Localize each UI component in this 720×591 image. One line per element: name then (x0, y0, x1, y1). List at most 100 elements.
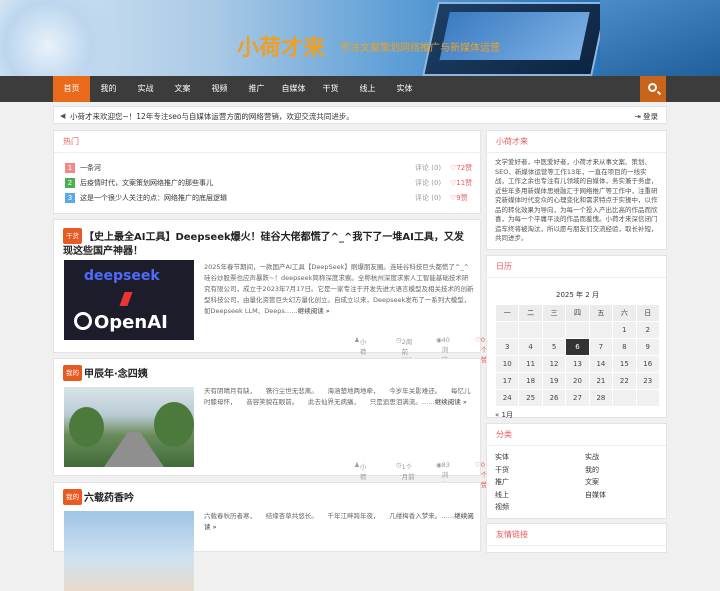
category-link[interactable]: 实体 (495, 452, 509, 462)
read-more-link[interactable]: 继续阅读 » (435, 398, 467, 406)
calendar-day[interactable]: 1 (612, 321, 637, 339)
calendar-day[interactable]: 16 (635, 355, 661, 373)
category-link[interactable]: 视频 (495, 502, 509, 512)
hot-post-row[interactable]: 2 后疫情时代，文案策划网络推广的那些事儿 评论 (0) ♡11赞 (65, 178, 475, 190)
site-banner: 小荷才来 专注文案策划网络推广与新媒体运营 (0, 0, 720, 76)
calendar-day[interactable]: 4 (518, 338, 543, 356)
about-text: 文学爱好者，中医爱好者，小荷才来从事文案、策划、SEO、新媒体运营等工作13年，… (495, 158, 658, 242)
calendar-empty (588, 321, 614, 339)
post-card: 我的 甲辰年·念四姨 天有阴晴月有缺， 镌行尘世无悲离。 海涵楚地两地牵， 今岁年… (53, 358, 487, 501)
calendar-day[interactable]: 19 (541, 372, 567, 390)
post-card: 我的 六载药香吟 六载春秋历者寒， 结缘杏草共悠长。 千年江畔跨年夜， 几缕梅香入… (53, 482, 481, 591)
calendar-weekday: 日 (635, 304, 661, 322)
hot-post-title[interactable]: 一条河 (80, 163, 101, 173)
post-title[interactable]: 我的 六载药香吟 (63, 489, 473, 506)
sidebar-links-panel: 友情链接 (486, 523, 667, 553)
nav-item[interactable]: 推广 (238, 76, 275, 102)
calendar-empty (635, 389, 661, 407)
category-link[interactable]: 干货 (495, 465, 509, 475)
calendar-day[interactable]: 9 (635, 338, 661, 356)
post-thumbnail[interactable] (64, 511, 194, 591)
calendar-day[interactable]: 8 (612, 338, 637, 356)
calendar-day[interactable]: 23 (635, 372, 661, 390)
calendar-day[interactable]: 5 (541, 338, 567, 356)
calendar-day[interactable]: 12 (541, 355, 567, 373)
calendar-day[interactable]: 7 (588, 338, 614, 356)
about-title: 小荷才来 (487, 131, 666, 153)
calendar: 2025 年 2 月 一二三四五六日 1 2 3 4 5 6 7 8 9 10 11 12 13 14 15… (494, 290, 661, 420)
calendar-day[interactable]: 26 (541, 389, 567, 407)
calendar-day[interactable]: 22 (612, 372, 637, 390)
site-subtitle: 专注文案策划网络推广与新媒体运营 (340, 43, 500, 54)
calendar-day[interactable]: 13 (565, 355, 590, 373)
calendar-day[interactable]: 11 (518, 355, 543, 373)
nav-item[interactable]: 实战 (127, 76, 164, 102)
post-views: ◉ 40浏览 (436, 336, 450, 364)
post-title[interactable]: 我的 甲辰年·念四姨 (63, 365, 473, 382)
calendar-day[interactable]: 6 (565, 338, 590, 356)
post-card: 干货 【史上最全AI工具】Deepseek爆火！硅谷大佬都慌了^_^我下了一堆AI… (53, 219, 487, 376)
nav-item[interactable]: 首页 (53, 76, 90, 102)
calendar-day[interactable]: 2 (635, 321, 661, 339)
calendar-day[interactable]: 25 (518, 389, 543, 407)
post-tag[interactable]: 我的 (63, 489, 82, 505)
hot-post-row[interactable]: 1 一条河 评论 (0) ♡72赞 (65, 163, 475, 175)
author[interactable]: ♟ 小荷才来 (354, 336, 366, 376)
calendar-empty (565, 321, 590, 339)
category-link[interactable]: 自媒体 (585, 490, 606, 500)
category-link[interactable]: 推广 (495, 477, 509, 487)
search-icon (648, 83, 657, 92)
rank-badge: 1 (65, 163, 75, 173)
calendar-day[interactable]: 21 (588, 372, 614, 390)
openai-logo: OpenAI (94, 312, 168, 333)
calendar-day[interactable]: 20 (565, 372, 590, 390)
category-link[interactable]: 我的 (585, 465, 599, 475)
hot-post-title[interactable]: 这是一个很少人关注的点：网络推广的底层逻辑 (80, 193, 227, 203)
calendar-day[interactable]: 24 (494, 389, 520, 407)
calendar-empty (612, 389, 637, 407)
calendar-weekday: 二 (518, 304, 543, 322)
category-link[interactable]: 文案 (585, 477, 599, 487)
banner-decoration-left (0, 0, 120, 76)
post-thumbnail[interactable] (64, 387, 194, 467)
search-button[interactable] (640, 76, 666, 102)
post-title-text: 甲辰年·念四姨 (84, 369, 148, 380)
deepseek-logo: deepseek (84, 268, 160, 284)
read-more-link[interactable]: 继续阅读 » (298, 307, 330, 315)
post-excerpt-text: 2025年春节期间，一款国产AI工具【DeepSeek】刷爆朋友圈。连硅谷科技巨… (204, 263, 474, 315)
calendar-title: 日历 (487, 256, 666, 278)
category-link[interactable]: 实战 (585, 452, 599, 462)
hot-post-row[interactable]: 3 这是一个很少人关注的点：网络推广的底层逻辑 评论 (0) ♡9赞 (65, 193, 475, 205)
calendar-prev-link[interactable]: « 1月 (495, 410, 660, 420)
calendar-day[interactable]: 3 (494, 338, 520, 356)
post-tag[interactable]: 我的 (63, 365, 82, 381)
calendar-day[interactable]: 18 (518, 372, 543, 390)
post-likes[interactable]: ♡ 0个赞 (475, 336, 487, 364)
nav-item[interactable]: 视频 (201, 76, 238, 102)
calendar-day[interactable]: 15 (612, 355, 637, 373)
nav-item[interactable]: 实体 (386, 76, 423, 102)
site-title[interactable]: 小荷才来 (237, 30, 325, 62)
post-thumbnail[interactable]: deepseek OpenAI (64, 260, 194, 340)
author[interactable]: ♟ 小荷才来 (354, 461, 366, 501)
calendar-day[interactable]: 17 (494, 372, 520, 390)
nav-item[interactable]: 文案 (164, 76, 201, 102)
post-likes[interactable]: ♡ 0个赞 (475, 461, 487, 489)
login-label: 登录 (643, 112, 658, 121)
main-nav: 首页 我的 实战 文案 视频 推广 自媒体 干货 线上 实体 (0, 76, 720, 102)
calendar-day[interactable]: 27 (565, 389, 590, 407)
login-link[interactable]: ⇥ 登录 (634, 111, 658, 122)
nav-item[interactable]: 线上 (349, 76, 386, 102)
hot-post-title[interactable]: 后疫情时代，文案策划网络推广的那些事儿 (80, 178, 213, 188)
post-title[interactable]: 干货 【史上最全AI工具】Deepseek爆火！硅谷大佬都慌了^_^我下了一堆AI… (63, 228, 473, 259)
post-tag[interactable]: 干货 (63, 228, 82, 244)
calendar-day[interactable]: 14 (588, 355, 614, 373)
nav-item[interactable]: 我的 (90, 76, 127, 102)
nav-item[interactable]: 干货 (312, 76, 349, 102)
nav-item[interactable]: 自媒体 (275, 76, 312, 102)
category-link[interactable]: 线上 (495, 490, 509, 500)
post-title-text: 【史上最全AI工具】Deepseek爆火！硅谷大佬都慌了^_^我下了一堆AI工具… (63, 232, 464, 257)
calendar-day[interactable]: 28 (588, 389, 614, 407)
calendar-day[interactable]: 10 (494, 355, 520, 373)
notice-text: 小荷才来欢迎您~！12年专注seo与自媒体运营方面的网络营销，欢迎交流共同进步。 (70, 112, 354, 121)
